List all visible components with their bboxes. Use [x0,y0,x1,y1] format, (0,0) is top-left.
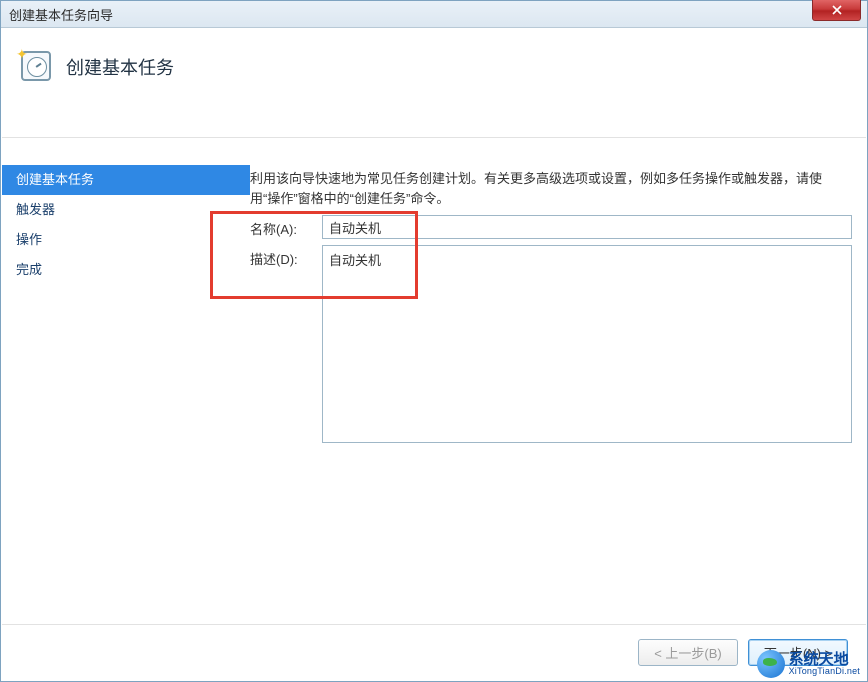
titlebar[interactable]: 创建基本任务向导 [1,1,867,28]
close-button[interactable] [812,0,861,21]
sidebar-item-create-basic-task[interactable]: 创建基本任务 [2,165,250,195]
sidebar-item-trigger[interactable]: 触发器 [2,195,250,225]
content-area: ✦ 创建基本任务 创建基本任务 触发器 操作 完成 利用该向导快速地为常见任务创… [2,28,866,680]
close-icon [832,5,842,15]
name-row: 名称(A): [250,215,852,239]
header-band: ✦ 创建基本任务 [2,28,866,138]
next-button[interactable]: 下一步(N) > [748,639,848,666]
hint-text: 利用该向导快速地为常见任务创建计划。有关更多高级选项或设置，例如多任务操作或触发… [250,169,852,209]
main-panel: 利用该向导快速地为常见任务创建计划。有关更多高级选项或设置，例如多任务操作或触发… [250,165,866,624]
task-scheduler-icon: ✦ [18,48,52,82]
back-button[interactable]: < 上一步(B) [638,639,738,666]
name-label: 名称(A): [250,215,322,238]
page-title: 创建基本任务 [66,48,174,80]
description-label: 描述(D): [250,245,322,268]
description-row: 描述(D): [250,245,852,443]
sidebar-item-finish[interactable]: 完成 [2,255,250,285]
description-textarea[interactable] [322,245,852,443]
wizard-window: 创建基本任务向导 ✦ 创建基本任务 创建基本任务 触发器 操作 完成 利用该向导… [0,0,868,682]
sidebar-item-action[interactable]: 操作 [2,225,250,255]
wizard-steps-sidebar: 创建基本任务 触发器 操作 完成 [2,165,250,624]
body-columns: 创建基本任务 触发器 操作 完成 利用该向导快速地为常见任务创建计划。有关更多高… [2,165,866,624]
window-title: 创建基本任务向导 [9,5,113,24]
footer-buttons: < 上一步(B) 下一步(N) > [2,624,866,680]
name-input[interactable] [322,215,852,239]
